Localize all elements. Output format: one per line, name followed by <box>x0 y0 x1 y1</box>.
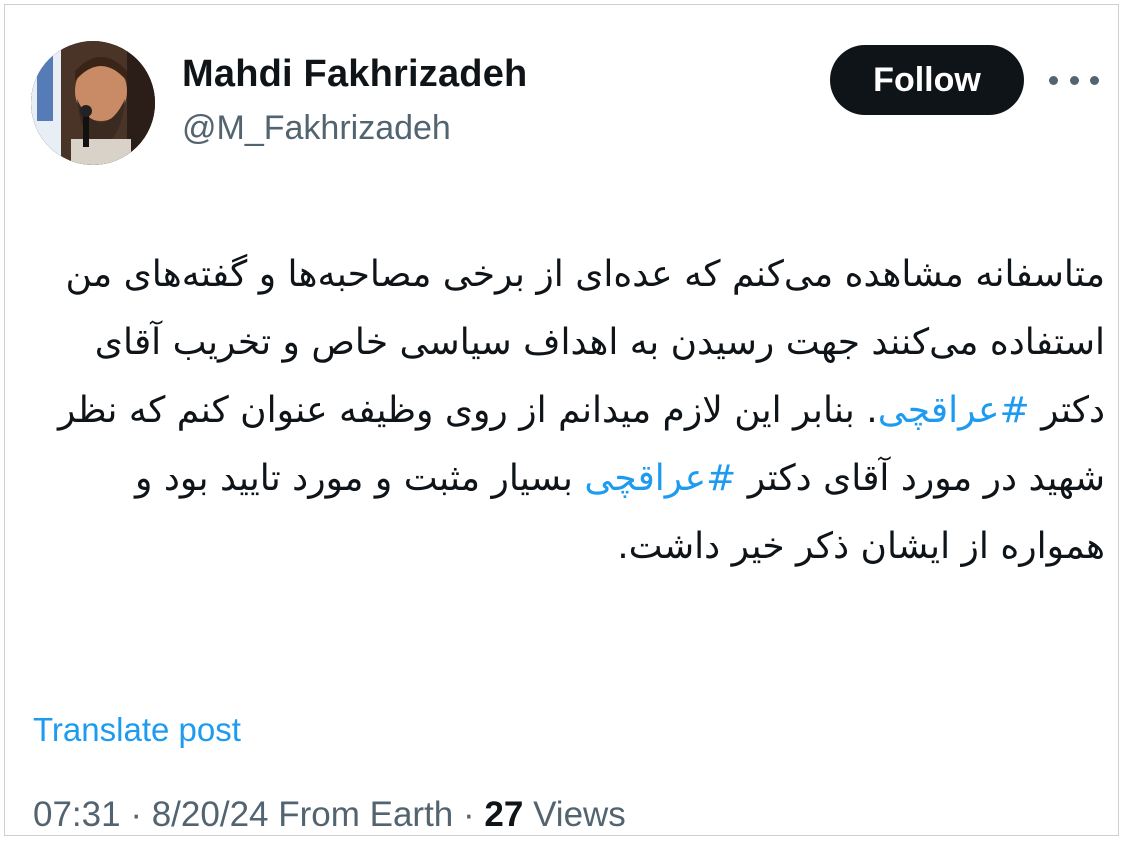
translate-post-link[interactable]: Translate post <box>33 711 241 749</box>
author-handle[interactable]: @M_Fakhrizadeh <box>182 109 451 148</box>
dot-icon <box>1049 75 1058 85</box>
separator: · <box>463 795 475 834</box>
more-options-icon[interactable] <box>1049 67 1099 93</box>
post-time[interactable]: 07:31 <box>33 795 121 834</box>
post-source: From Earth <box>278 795 454 834</box>
post-date[interactable]: 8/20/24 <box>152 795 269 834</box>
hashtag-link[interactable]: #عراقچی <box>584 458 736 499</box>
views-label[interactable]: Views <box>533 795 626 834</box>
avatar-photo <box>31 41 155 165</box>
tweet-text: متاسفانه مشاهده می‌کنم که عده‌ای از برخی… <box>41 241 1105 581</box>
author-display-name[interactable]: Mahdi Fakhrizadeh <box>182 53 527 96</box>
tweet-metadata: 07:31 · 8/20/24 From Earth · 27 Views <box>33 795 626 835</box>
tweet-card: Mahdi Fakhrizadeh @M_Fakhrizadeh Follow … <box>4 4 1119 836</box>
dot-icon <box>1090 75 1099 85</box>
separator: · <box>130 795 142 834</box>
follow-button[interactable]: Follow <box>830 45 1024 115</box>
hashtag-link[interactable]: #عراقچی <box>878 390 1030 431</box>
dot-icon <box>1069 75 1079 85</box>
avatar[interactable] <box>31 41 155 165</box>
views-count: 27 <box>484 795 524 834</box>
